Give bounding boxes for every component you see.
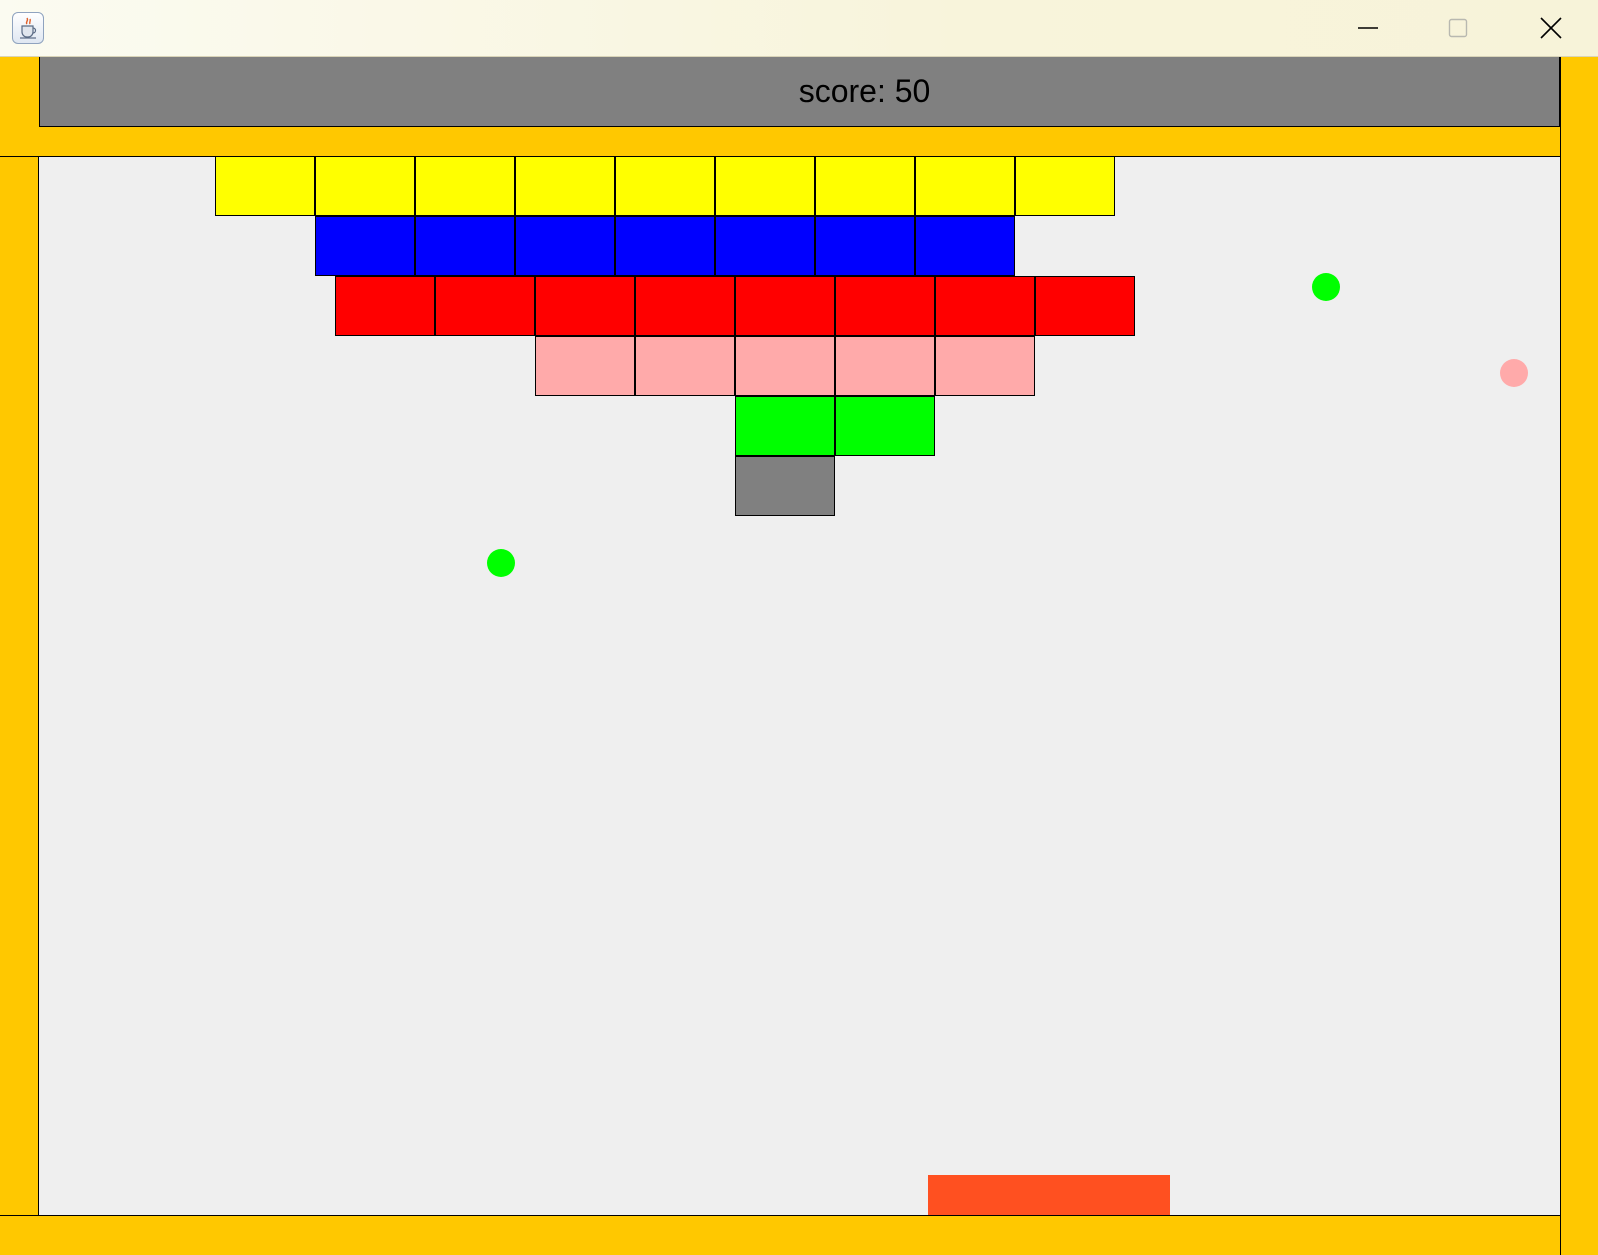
play-area[interactable] bbox=[39, 156, 1560, 1217]
brick-blue bbox=[515, 216, 615, 276]
ball-pink bbox=[1500, 359, 1528, 387]
brick-yellow bbox=[415, 156, 515, 216]
title-bar[interactable] bbox=[0, 0, 1598, 57]
brick-blue bbox=[815, 216, 915, 276]
brick-red bbox=[935, 276, 1035, 336]
brick-pink bbox=[935, 336, 1035, 396]
brick-red bbox=[1035, 276, 1135, 336]
brick-red bbox=[435, 276, 535, 336]
brick-red bbox=[635, 276, 735, 336]
brick-pink bbox=[635, 336, 735, 396]
minimize-icon bbox=[1358, 27, 1378, 29]
brick-red bbox=[735, 276, 835, 336]
brick-blue bbox=[415, 216, 515, 276]
brick-green bbox=[735, 396, 835, 456]
bottom-wall bbox=[0, 1215, 1560, 1255]
brick-blue bbox=[315, 216, 415, 276]
brick-blue bbox=[715, 216, 815, 276]
brick-pink bbox=[835, 336, 935, 396]
brick-red bbox=[335, 276, 435, 336]
brick-blue bbox=[915, 216, 1015, 276]
brick-yellow bbox=[1015, 156, 1115, 216]
brick-yellow bbox=[715, 156, 815, 216]
top-wall bbox=[0, 127, 1560, 157]
close-button[interactable] bbox=[1506, 0, 1596, 56]
game-window: score: 50 bbox=[0, 0, 1598, 1255]
brick-green bbox=[835, 396, 935, 456]
maximize-icon bbox=[1448, 18, 1468, 38]
brick-red bbox=[535, 276, 635, 336]
brick-red bbox=[835, 276, 935, 336]
close-icon bbox=[1540, 17, 1562, 39]
paddle[interactable] bbox=[928, 1175, 1170, 1217]
java-cup-icon-graphic bbox=[20, 17, 37, 39]
brick-pink bbox=[535, 336, 635, 396]
java-cup-icon[interactable] bbox=[12, 12, 44, 44]
brick-pink bbox=[735, 336, 835, 396]
score-panel: score: 50 bbox=[39, 57, 1560, 127]
ball-green bbox=[1312, 273, 1340, 301]
brick-yellow bbox=[315, 156, 415, 216]
ball-green bbox=[487, 549, 515, 577]
brick-yellow bbox=[915, 156, 1015, 216]
brick-yellow bbox=[615, 156, 715, 216]
brick-yellow bbox=[215, 156, 315, 216]
maximize-button[interactable] bbox=[1413, 0, 1503, 56]
brick-gray bbox=[735, 456, 835, 516]
right-wall bbox=[1560, 57, 1598, 1255]
left-wall bbox=[0, 157, 39, 1215]
brick-yellow bbox=[515, 156, 615, 216]
minimize-button[interactable] bbox=[1323, 0, 1413, 56]
score-label: score: 50 bbox=[798, 73, 931, 109]
brick-yellow bbox=[815, 156, 915, 216]
brick-blue bbox=[615, 216, 715, 276]
